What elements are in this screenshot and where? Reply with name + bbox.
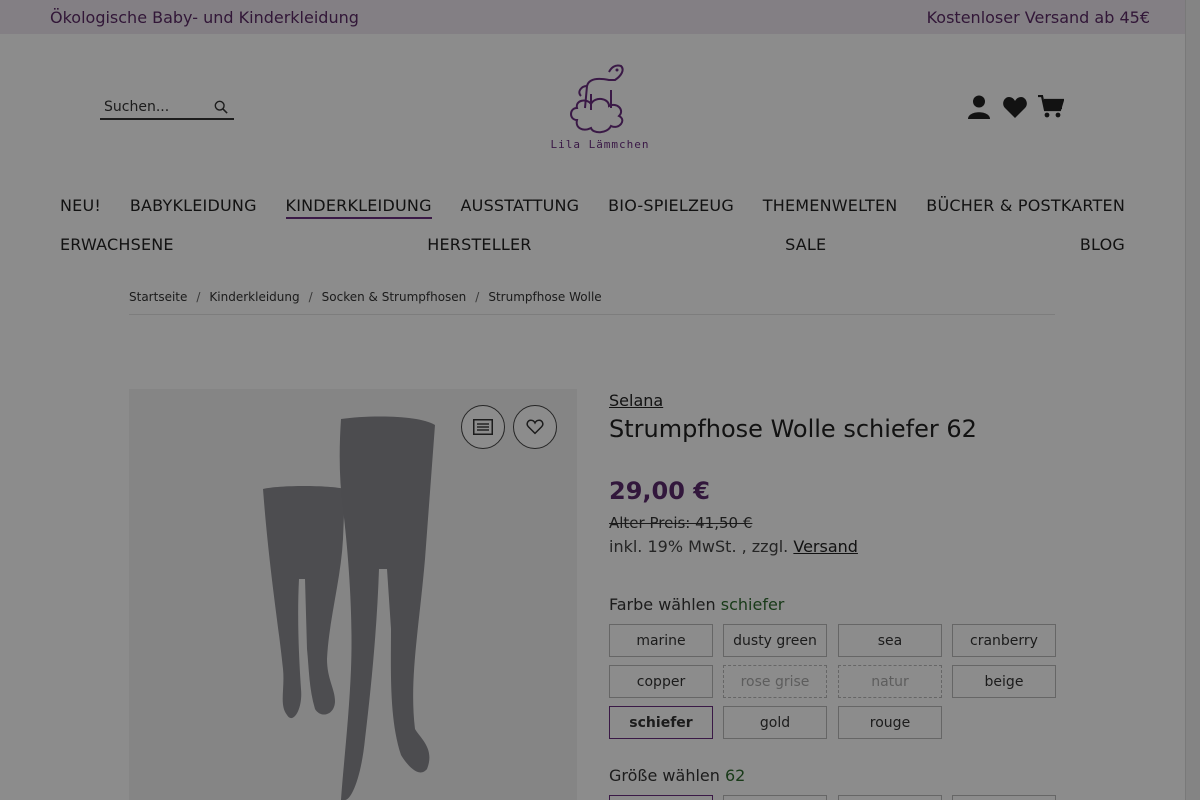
color-swatch-copper[interactable]: copper	[609, 665, 713, 698]
breadcrumb-item[interactable]: Kinderkleidung	[209, 290, 299, 314]
product-info: Selana Strumpfhose Wolle schiefer 62 29,…	[609, 389, 1057, 800]
color-swatch-natur[interactable]: natur	[838, 665, 942, 698]
color-swatch-schiefer[interactable]: schiefer	[609, 706, 713, 739]
size-swatch[interactable]	[723, 795, 827, 800]
search-icon[interactable]	[214, 100, 228, 114]
nav-item-sale[interactable]: SALE	[785, 235, 826, 254]
color-swatch-cranberry[interactable]: cranberry	[952, 624, 1056, 657]
header-icons	[966, 94, 1064, 120]
breadcrumb: Startseite / Kinderkleidung / Socken & Str…	[129, 290, 1055, 315]
cart-icon[interactable]	[1038, 94, 1064, 120]
topbar-tagline: Ökologische Baby- und Kinderkleidung	[50, 7, 359, 27]
compare-list-icon	[473, 419, 493, 435]
breadcrumb-item[interactable]: Socken & Strumpfhosen	[322, 290, 467, 314]
account-icon[interactable]	[966, 94, 992, 120]
header: Suchen... Lila Lämmchen	[0, 34, 1200, 184]
logo[interactable]: Lila Lämmchen	[544, 64, 656, 156]
color-swatch-rouge[interactable]: rouge	[838, 706, 942, 739]
color-swatch-sea[interactable]: sea	[838, 624, 942, 657]
size-option-label: Größe wählen 62	[609, 766, 745, 785]
nav-item-ausstattung[interactable]: AUSSTATTUNG	[461, 196, 580, 219]
old-price: Alter Preis: 41,50 €	[609, 514, 753, 532]
product-price: 29,00 €	[609, 477, 710, 505]
compare-list-button[interactable]	[461, 405, 505, 449]
size-swatch-selected[interactable]	[609, 795, 713, 800]
add-to-wishlist-button[interactable]	[513, 405, 557, 449]
nav-item-erwachsene[interactable]: ERWACHSENE	[60, 235, 174, 254]
color-selected-value: schiefer	[720, 595, 785, 614]
logo-text: Lila Lämmchen	[550, 138, 650, 151]
nav-row-1: NEU! BABYKLEIDUNG KINDERKLEIDUNG AUSSTAT…	[60, 196, 1125, 219]
nav-item-bio-spielzeug[interactable]: BIO-SPIELZEUG	[608, 196, 734, 219]
size-selected-value: 62	[724, 766, 746, 785]
color-label-text: Farbe wählen	[609, 595, 716, 614]
tax-text: inkl. 19% MwSt. , zzgl.	[609, 537, 789, 556]
product-image	[263, 416, 435, 800]
size-label-text: Größe wählen	[609, 766, 720, 785]
nav-item-blog[interactable]: BLOG	[1080, 235, 1125, 254]
color-option-label: Farbe wählen schiefer	[609, 595, 784, 614]
add-to-wishlist-icon	[526, 419, 544, 435]
wishlist-heart-icon[interactable]	[1002, 94, 1028, 120]
color-swatch-gold[interactable]: gold	[723, 706, 827, 739]
color-swatch-beige[interactable]: beige	[952, 665, 1056, 698]
color-swatch-dusty-green[interactable]: dusty green	[723, 624, 827, 657]
topbar-shipping-info: Kostenloser Versand ab 45€	[926, 7, 1150, 27]
page-scrollbar[interactable]	[1185, 0, 1200, 800]
product-title: Strumpfhose Wolle schiefer 62	[609, 415, 977, 443]
color-swatch-marine[interactable]: marine	[609, 624, 713, 657]
brand-link[interactable]: Selana	[609, 391, 663, 410]
search-input[interactable]: Suchen...	[100, 98, 234, 120]
nav-item-babykleidung[interactable]: BABYKLEIDUNG	[130, 196, 257, 219]
size-swatch[interactable]	[838, 795, 942, 800]
lamb-logo-icon	[570, 64, 624, 134]
breadcrumb-item[interactable]: Startseite	[129, 290, 187, 314]
breadcrumb-separator: /	[475, 290, 480, 304]
breadcrumb-item-current[interactable]: Strumpfhose Wolle	[488, 290, 601, 314]
nav-item-kinderkleidung[interactable]: KINDERKLEIDUNG	[285, 196, 432, 219]
nav-item-buecher-postkarten[interactable]: BÜCHER & POSTKARTEN	[926, 196, 1125, 219]
search-placeholder: Suchen...	[104, 99, 170, 115]
nav-row-2: ERWACHSENE HERSTELLER SALE BLOG	[60, 235, 1125, 254]
product-image-gallery[interactable]	[129, 389, 577, 800]
breadcrumb-separator: /	[308, 290, 313, 304]
size-swatch[interactable]	[952, 795, 1056, 800]
nav-item-neu[interactable]: NEU!	[60, 196, 101, 219]
color-swatch-rose-grise[interactable]: rose grise	[723, 665, 827, 698]
tax-info: inkl. 19% MwSt. , zzgl. Versand	[609, 537, 858, 556]
nav-item-hersteller[interactable]: HERSTELLER	[427, 235, 531, 254]
top-info-bar: Ökologische Baby- und Kinderkleidung Kos…	[0, 0, 1200, 34]
breadcrumb-separator: /	[196, 290, 201, 304]
shipping-link[interactable]: Versand	[793, 537, 858, 556]
nav-item-themenwelten[interactable]: THEMENWELTEN	[763, 196, 898, 219]
